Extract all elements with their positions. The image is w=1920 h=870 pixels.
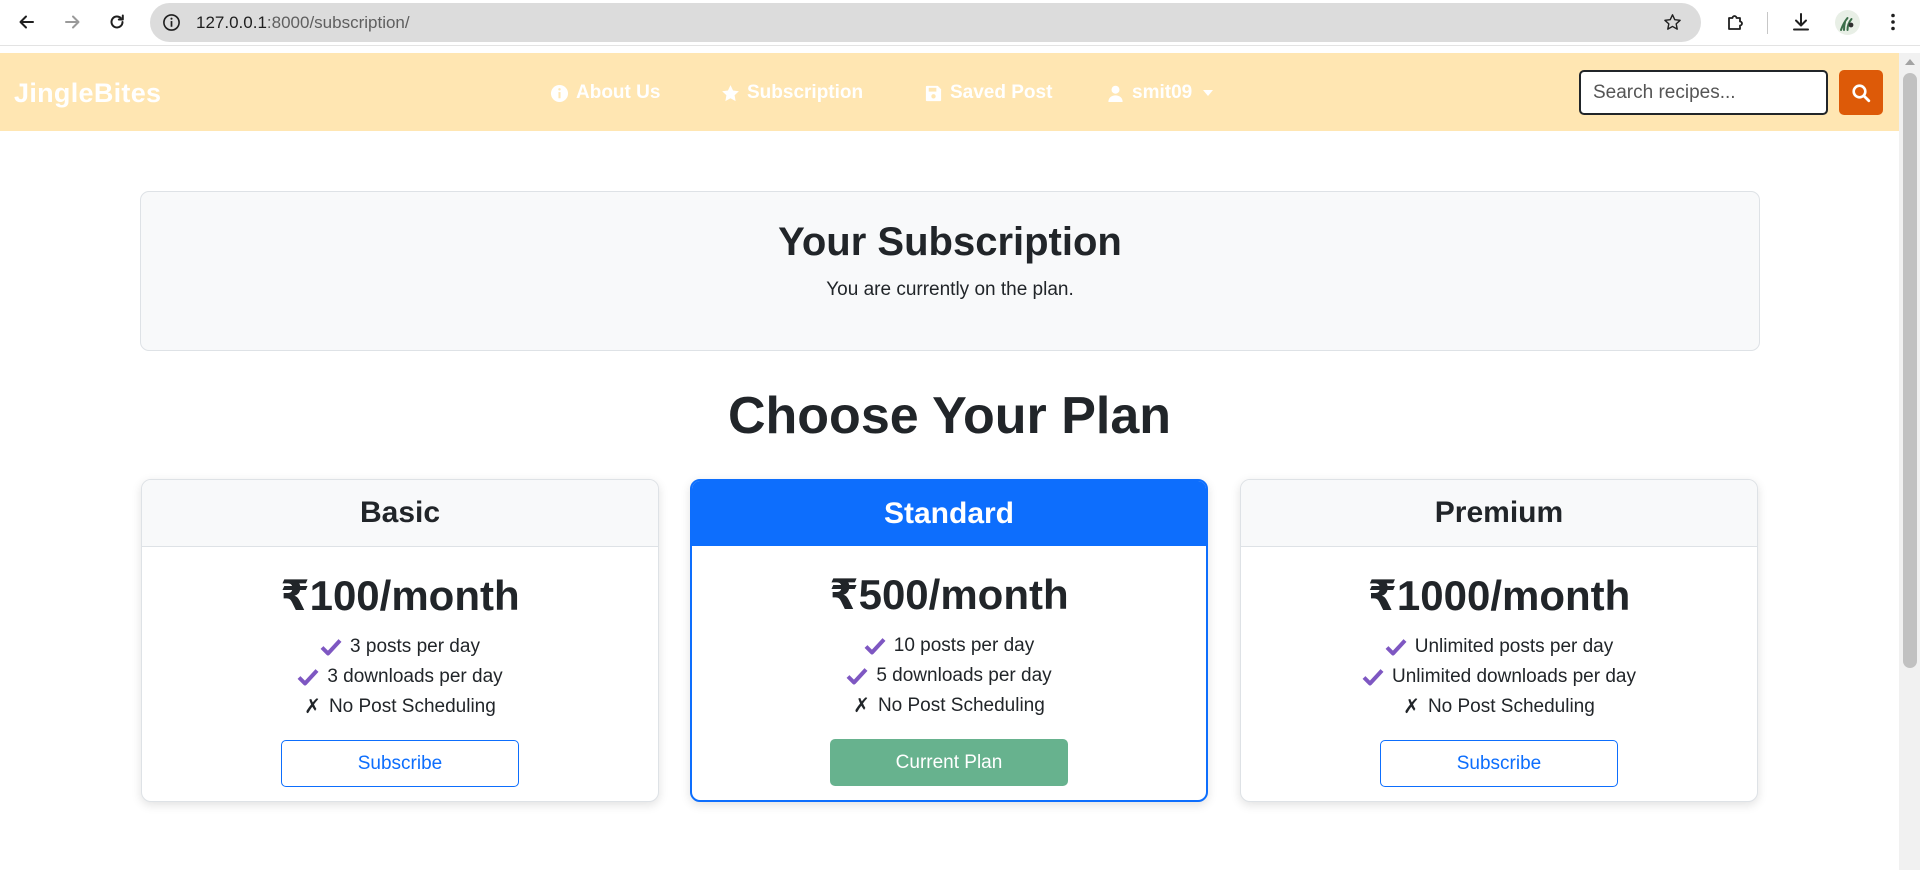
cross-icon: ✗ — [853, 695, 870, 717]
subscription-title: Your Subscription — [778, 220, 1122, 264]
plan-name: Basic — [142, 480, 658, 547]
feature-text: 3 posts per day — [350, 636, 480, 657]
feature-item: 3 posts per day — [142, 632, 658, 662]
scroll-up-arrow-icon[interactable] — [1905, 59, 1915, 65]
feature-item: Unlimited posts per day — [1241, 632, 1757, 662]
nav-about-us[interactable]: About Us — [550, 82, 660, 104]
plan-features: 10 posts per day 5 downloads per day ✗ No… — [692, 631, 1206, 721]
browser-menu-button[interactable] — [1880, 9, 1906, 35]
download-icon — [1793, 13, 1809, 31]
extensions-button[interactable] — [1723, 9, 1749, 35]
url-text: 127.0.0.1:8000/subscription/ — [196, 13, 410, 33]
feature-text: No Post Scheduling — [1427, 696, 1595, 717]
feature-item: 5 downloads per day — [692, 661, 1206, 691]
feature-item: 10 posts per day — [692, 631, 1206, 661]
plan-card-basic: Basic ₹100/month 3 posts per day 3 downl… — [141, 479, 659, 802]
plan-price: ₹1000/month — [1367, 572, 1631, 619]
subscribe-button[interactable]: Subscribe — [1380, 740, 1618, 787]
back-arrow-icon — [19, 15, 34, 29]
feature-item: ✗ No Post Scheduling — [692, 691, 1206, 721]
search-icon — [1852, 83, 1871, 102]
feature-text: No Post Scheduling — [877, 695, 1045, 716]
feature-text: No Post Scheduling — [328, 696, 496, 717]
plan-name: Premium — [1241, 480, 1757, 547]
feature-item: ✗ No Post Scheduling — [1241, 692, 1757, 722]
search-button[interactable] — [1839, 70, 1883, 115]
subscribe-button[interactable]: Subscribe — [281, 740, 519, 787]
check-icon — [846, 668, 868, 685]
feature-text: 10 posts per day — [893, 635, 1035, 656]
feature-item: ✗ No Post Scheduling — [142, 692, 658, 722]
check-icon — [297, 669, 319, 686]
nav-subscription[interactable]: Subscription — [721, 82, 863, 104]
plan-price: ₹100/month — [280, 572, 520, 619]
check-icon — [320, 639, 342, 656]
brand-logo[interactable]: JingleBites — [14, 78, 161, 109]
feature-item: Unlimited downloads per day — [1241, 662, 1757, 692]
star-icon — [722, 84, 739, 101]
check-icon — [864, 638, 886, 655]
feature-item: 3 downloads per day — [142, 662, 658, 692]
floppy-disk-icon — [925, 85, 942, 101]
search-input[interactable] — [1579, 70, 1828, 115]
caret-down-icon — [1203, 90, 1214, 96]
plan-card-standard: Standard ₹500/month 10 posts per day 5 d… — [690, 479, 1208, 802]
user-icon — [1108, 85, 1123, 102]
cross-icon: ✗ — [304, 696, 321, 718]
choose-plan-heading: Choose Your Plan — [727, 387, 1172, 445]
back-button[interactable] — [12, 7, 42, 37]
feature-text: 5 downloads per day — [876, 665, 1052, 686]
site-info-icon[interactable] — [162, 13, 181, 32]
reload-button[interactable] — [102, 7, 132, 37]
url-host: 127.0.0.1 — [196, 13, 267, 32]
forward-arrow-icon — [65, 15, 80, 29]
nav-subscription-label: Subscription — [747, 82, 864, 103]
subscription-status-text: You are currently on the plan. — [826, 279, 1074, 300]
url-path: :8000/subscription/ — [266, 13, 410, 32]
profile-avatar[interactable] — [1835, 10, 1860, 35]
nav-about-us-label: About Us — [576, 82, 661, 103]
plan-features: Unlimited posts per day Unlimited downlo… — [1241, 632, 1757, 722]
forward-button[interactable] — [57, 7, 87, 37]
feature-text: Unlimited posts per day — [1414, 636, 1614, 657]
site-navbar: JingleBites About Us Subscription Saved … — [0, 53, 1899, 131]
check-icon — [1362, 669, 1384, 686]
kebab-menu-icon — [1891, 13, 1895, 31]
cross-icon: ✗ — [1403, 696, 1420, 718]
browser-toolbar: 127.0.0.1:8000/subscription/ — [0, 0, 1920, 46]
scroll-thumb[interactable] — [1903, 73, 1917, 668]
check-icon — [1385, 639, 1407, 656]
avatar-image-icon — [1840, 17, 1854, 31]
feature-text: Unlimited downloads per day — [1392, 666, 1636, 687]
puzzle-icon — [1728, 15, 1743, 30]
address-bar[interactable]: 127.0.0.1:8000/subscription/ — [150, 3, 1701, 42]
plan-features: 3 posts per day 3 downloads per day ✗ No … — [142, 632, 658, 722]
bookmark-star-icon[interactable] — [1662, 12, 1683, 33]
current-subscription-panel: Your Subscription You are currently on t… — [140, 191, 1760, 351]
feature-text: 3 downloads per day — [327, 666, 503, 687]
downloads-button[interactable] — [1788, 9, 1814, 35]
toolbar-divider — [1767, 12, 1768, 34]
reload-icon — [110, 14, 124, 29]
plan-card-premium: Premium ₹1000/month Unlimited posts per … — [1240, 479, 1758, 802]
nav-user-dropdown[interactable]: smit09 — [1106, 82, 1214, 104]
current-plan-button[interactable]: Current Plan — [830, 739, 1068, 786]
nav-username-label: smit09 — [1132, 82, 1193, 103]
info-circle-icon — [550, 84, 569, 102]
nav-saved-post-label: Saved Post — [950, 82, 1053, 103]
plan-price: ₹500/month — [829, 571, 1069, 618]
nav-saved-post[interactable]: Saved Post — [924, 82, 1052, 104]
plan-name: Standard — [692, 481, 1206, 546]
page-scrollbar[interactable] — [1899, 53, 1920, 870]
